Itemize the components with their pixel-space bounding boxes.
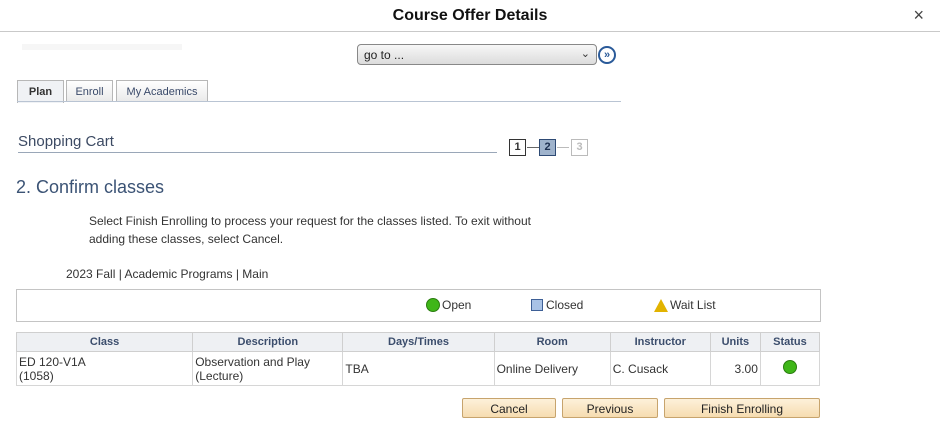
col-header-days-times: Days/Times	[342, 332, 495, 352]
cell-days-times: TBA	[342, 351, 495, 386]
shopping-cart-title: Shopping Cart	[18, 133, 114, 150]
cell-status	[759, 351, 821, 386]
cell-room: Online Delivery	[493, 351, 611, 386]
open-status-icon	[782, 360, 797, 374]
double-chevron-right-icon[interactable]: »	[598, 46, 616, 64]
waitlist-status-icon	[654, 298, 668, 312]
class-code: ED 120-V1A	[19, 354, 86, 369]
step-connector	[527, 147, 539, 148]
instructions-text: Select Finish Enrolling to process your …	[89, 214, 531, 246]
closed-status-icon	[531, 299, 543, 311]
class-number: (1058)	[19, 368, 54, 383]
faded-breadcrumb	[22, 44, 182, 50]
dialog-titlebar: Course Offer Details ×	[0, 0, 940, 32]
step-indicator-3: 3	[571, 139, 588, 156]
cell-instructor: C. Cusack	[609, 351, 711, 386]
previous-button[interactable]: Previous	[562, 398, 658, 418]
cell-class: ED 120-V1A (1058)	[15, 351, 194, 386]
legend-open: Open	[426, 298, 471, 312]
tab-plan[interactable]: Plan	[17, 80, 64, 103]
col-header-room: Room	[493, 332, 611, 352]
classes-table: Class Description Days/Times Room Instru…	[15, 332, 821, 386]
col-header-class: Class	[15, 332, 194, 352]
finish-enrolling-button[interactable]: Finish Enrolling	[664, 398, 820, 418]
col-header-status: Status	[759, 332, 821, 352]
tab-enroll[interactable]: Enroll	[66, 80, 113, 102]
term-label: 2023 Fall | Academic Programs | Main	[66, 267, 269, 281]
step-indicator-2: 2	[539, 139, 556, 156]
legend-open-label: Open	[442, 298, 472, 312]
table-header-row: Class Description Days/Times Room Instru…	[15, 332, 821, 352]
col-header-instructor: Instructor	[609, 332, 711, 352]
cart-title-underline	[18, 152, 497, 153]
goto-dropdown[interactable]: go to ... ⌄	[357, 44, 597, 65]
close-icon[interactable]: ×	[913, 5, 924, 26]
cell-description: Observation and Play (Lecture)	[192, 351, 344, 386]
page-heading: 2. Confirm classes	[16, 177, 165, 197]
open-status-icon	[426, 298, 440, 312]
tab-divider	[17, 101, 621, 102]
dialog-title: Course Offer Details	[392, 7, 548, 24]
step-indicator-1: 1	[509, 139, 526, 156]
step-connector	[557, 147, 569, 148]
cell-units: 3.00	[709, 351, 761, 386]
goto-dropdown-value: go to ...	[364, 48, 405, 62]
status-legend: Open Closed Wait List	[16, 289, 821, 322]
legend-closed-label: Closed	[546, 298, 584, 312]
chevron-down-icon: ⌄	[580, 48, 590, 60]
col-header-units: Units	[709, 332, 761, 352]
table-row: ED 120-V1A (1058) Observation and Play (…	[15, 351, 821, 386]
cancel-button[interactable]: Cancel	[462, 398, 556, 418]
tab-my-academics[interactable]: My Academics	[116, 80, 208, 102]
legend-closed: Closed	[531, 298, 583, 312]
legend-waitlist-label: Wait List	[670, 298, 716, 312]
col-header-description: Description	[192, 332, 344, 352]
legend-waitlist: Wait List	[654, 298, 716, 312]
